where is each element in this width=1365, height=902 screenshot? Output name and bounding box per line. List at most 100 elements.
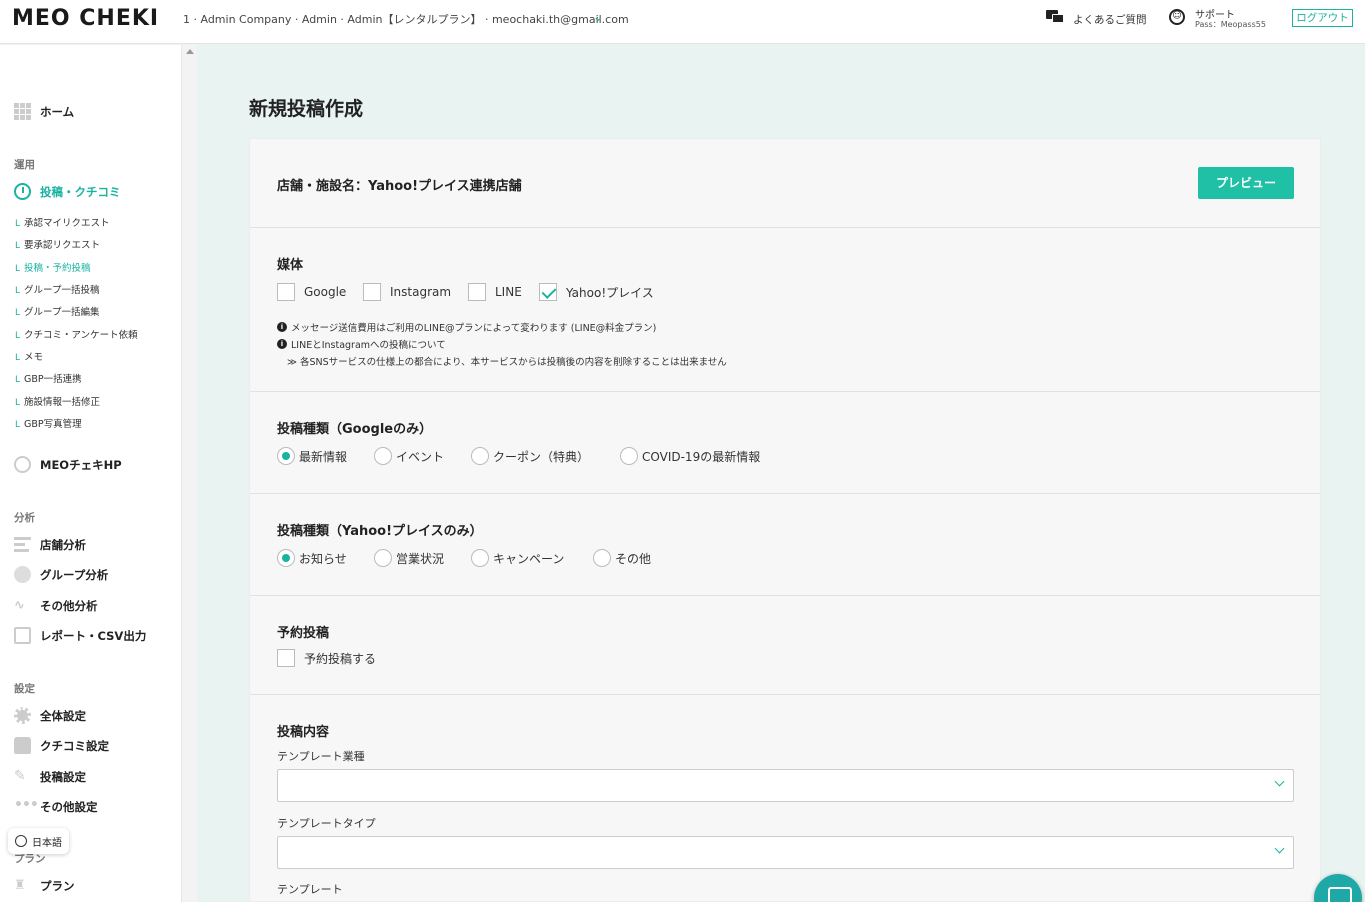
checkbox[interactable] [468,283,486,301]
page-title: 新規投稿作成 [249,98,364,120]
checkbox[interactable] [277,283,295,301]
sidebar-sub-item[interactable]: ᒪ クチコミ・アンケート依頼 [15,327,138,341]
support-pass: Pass：Meopass55 [1195,20,1266,29]
template-type-label: テンプレートタイプ [277,817,376,830]
section-label-analysis: 分析 [14,512,35,524]
account-selector[interactable]: 1 · Admin Company · Admin · Admin【レンタルプラ… [183,11,629,27]
sidebar-sub-item[interactable]: ᒪ 施設情報一括修正 [15,394,100,408]
radio-yahoo-status[interactable]: 営業状況 [374,549,444,567]
sidebar-item-meo-hp[interactable]: MEOチェキHP [14,456,122,473]
sidebar-item-review-settings[interactable]: クチコミ設定 [14,737,109,754]
gear-icon [14,707,31,724]
bars-icon [14,536,31,553]
media-title: 媒体 [277,258,304,273]
content-title: 投稿内容 [277,725,330,740]
scroll-up-arrow-icon[interactable] [186,49,194,54]
radio-google-covid[interactable]: COVID-19の最新情報 [620,447,760,465]
language-button[interactable]: 日本語 [8,828,69,854]
checkbox[interactable] [277,649,295,667]
radio-yahoo-notice[interactable]: お知らせ [277,549,347,567]
template-industry-label: テンプレート業種 [277,750,365,763]
grid-icon [14,103,31,120]
pie-chart-icon [14,566,31,583]
app-logo[interactable]: MEO CHEKI [12,6,159,31]
media-checkbox-google[interactable]: Google [277,283,346,301]
info-icon: i [277,322,287,332]
yahoo-type-section: 投稿種類（Yahoo!プレイスのみ） お知らせ 営業状況 キャンペーン その他 [250,493,1320,595]
media-note: i メッセージ送信費用はご利用のLINE@プランによって変わります (LINE@料… [277,320,656,334]
sidebar-sub-item[interactable]: ᒪ GBP写真管理 [15,416,82,430]
preview-button[interactable]: プレビュー [1198,167,1294,199]
radio [471,447,489,465]
radio [593,549,611,567]
radio-yahoo-other[interactable]: その他 [593,549,651,567]
schedule-checkbox[interactable]: 予約投稿する [277,649,376,667]
chevron-down-icon[interactable]: ⌄ [593,10,603,24]
radio-yahoo-campaign[interactable]: キャンペーン [471,549,564,567]
sidebar-item-posts[interactable]: 投稿・クチコミ [14,183,121,200]
checkbox-checked[interactable] [539,283,557,301]
sidebar-item-general-settings[interactable]: 全体設定 [14,707,86,724]
media-note: i LINEとInstagramへの投稿について [277,337,446,351]
store-name-label: 店舗・施設名：Yahoo!プレイス連携店舗 [277,179,522,194]
chevron-down-icon [1274,843,1285,854]
clock-icon [14,183,31,200]
sidebar-sub-item[interactable]: ᒪ 承認マイリクエスト [15,215,110,229]
radio-selected [277,447,295,465]
section-label-settings: 設定 [14,683,35,695]
sidebar-sub-item[interactable]: ᒪ 要承認リクエスト [15,237,100,251]
sidebar-sub-item[interactable]: ᒪ グループ一括編集 [15,304,99,318]
radio [471,549,489,567]
yahoo-type-title: 投稿種類（Yahoo!プレイスのみ） [277,524,483,539]
globe-icon [15,835,27,847]
media-checkbox-line[interactable]: LINE [468,283,522,301]
support-icon[interactable]: ☺ [1169,9,1185,25]
media-section: 媒体 Google Instagram LINE Yahoo!プレイス i メッセ… [250,227,1320,391]
faq-link[interactable]: よくあるご質問 [1073,12,1147,27]
sidebar-sub-item-active[interactable]: ᒪ 投稿・予約投稿 [15,260,91,274]
radio-selected [277,549,295,567]
sidebar-sub-item[interactable]: ᒪ メモ [15,349,43,363]
template-type-select[interactable] [277,836,1294,869]
content-section: 投稿内容 テンプレート業種 テンプレートタイプ テンプレート [250,694,1320,902]
schedule-section: 予約投稿 予約投稿する [250,595,1320,694]
radio-google-latest[interactable]: 最新情報 [277,447,347,465]
schedule-title: 予約投稿 [277,626,330,641]
more-dots-icon: ••• [14,797,39,813]
template-label: テンプレート [277,883,343,896]
sidebar-item-plan[interactable]: ♜ プラン [14,877,75,894]
chevron-down-icon [1274,776,1285,787]
media-checkbox-yahoo[interactable]: Yahoo!プレイス [539,283,654,301]
media-note: ≫ 各SNSサービスの仕様上の都合により、本サービスからは投稿後の内容を削除する… [287,357,727,368]
sidebar-item-group-analysis[interactable]: グループ分析 [14,566,108,583]
sidebar-item-other-analysis[interactable]: ∿ その他分析 [14,597,98,614]
chat-icon[interactable] [1314,874,1362,902]
document-icon [14,627,31,644]
sidebar-sub-item[interactable]: ᒪ グループ一括投稿 [15,282,99,296]
radio-google-event[interactable]: イベント [374,447,444,465]
info-icon: i [277,339,287,349]
faq-icon[interactable] [1046,10,1064,24]
google-type-title: 投稿種類（Googleのみ） [277,422,433,437]
sidebar-sub-item[interactable]: ᒪ GBP一括連携 [15,371,82,385]
pencil-icon: ✎ [14,768,26,784]
logout-button[interactable]: ログアウト [1292,9,1353,27]
radio-google-coupon[interactable]: クーポン（特典） [471,447,589,465]
thumbs-up-icon [14,737,31,754]
sidebar-item-report[interactable]: レポート・CSV出力 [14,627,146,644]
media-checkbox-instagram[interactable]: Instagram [363,283,451,301]
radio [374,447,392,465]
template-industry-select[interactable] [277,769,1294,802]
radio [620,447,638,465]
sidebar-scrollbar[interactable] [181,45,197,902]
sidebar-item-other-settings[interactable]: ••• その他設定 [14,798,98,815]
sidebar-item-home[interactable]: ホーム [14,103,74,120]
radio [374,549,392,567]
google-type-section: 投稿種類（Googleのみ） 最新情報 イベント クーポン（特典） COVID-… [250,391,1320,493]
sidebar-item-post-settings[interactable]: ✎ 投稿設定 [14,768,86,785]
checkbox[interactable] [363,283,381,301]
wave-icon: ∿ [14,598,25,613]
sidebar-item-store-analysis[interactable]: 店舗分析 [14,536,86,553]
post-form-card: 店舗・施設名：Yahoo!プレイス連携店舗 プレビュー 媒体 Google In… [249,138,1321,902]
section-label-ops: 運用 [14,159,35,171]
